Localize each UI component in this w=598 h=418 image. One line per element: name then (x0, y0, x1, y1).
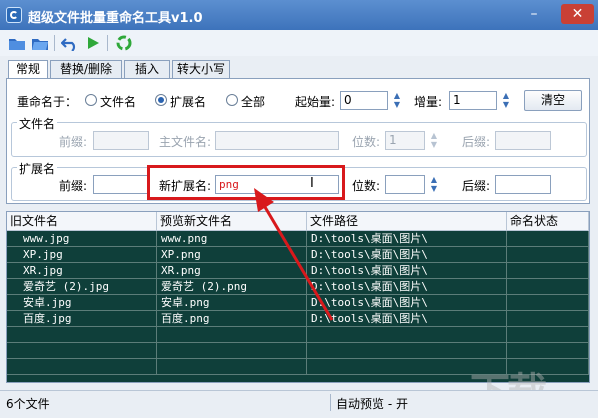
ext-digits-spinner[interactable]: ▲ ▼ (428, 175, 440, 194)
cell-status (507, 247, 589, 263)
filename-group-title: 文件名 (17, 115, 58, 132)
tab-insert[interactable]: 插入 (124, 60, 170, 78)
file-count: 6个文件 (6, 397, 50, 411)
radio-all[interactable] (226, 94, 238, 106)
fn-suffix-input[interactable] (495, 131, 551, 150)
cell-old-name: www.jpg (7, 231, 157, 247)
cell-old-name: 安卓.jpg (7, 295, 157, 311)
close-button[interactable]: ✕ (561, 4, 594, 24)
cell-status (507, 311, 589, 327)
cell-status (507, 295, 589, 311)
ext-suffix-label: 后缀: (462, 179, 491, 193)
increment-input[interactable]: 1 (449, 91, 497, 110)
cell-status (507, 279, 589, 295)
toolbar (0, 30, 598, 56)
cell-old-name: 百度.jpg (7, 311, 157, 327)
add-files-icon[interactable] (8, 35, 26, 51)
title-bar: 超级文件批量重命名工具v1.0 – ✕ (0, 0, 598, 30)
increment-spinner[interactable]: ▲ ▼ (500, 91, 512, 110)
toolbar-separator (107, 35, 108, 51)
fn-main-input[interactable] (215, 131, 339, 150)
fn-main-label: 主文件名: (159, 135, 212, 149)
minimize-button[interactable]: – (520, 4, 548, 24)
cell-status (507, 263, 589, 279)
ext-suffix-input[interactable] (495, 175, 551, 194)
radio-filename-label[interactable]: 文件名 (100, 93, 136, 110)
start-value-input[interactable]: 0 (340, 91, 388, 110)
tab-case-convert[interactable]: 转大小写 (172, 60, 230, 78)
recycle-icon[interactable] (115, 35, 133, 51)
add-folder-icon[interactable] (31, 35, 49, 51)
fn-prefix-label: 前缀: (59, 135, 88, 149)
table-row-empty (7, 343, 589, 359)
status-separator (330, 394, 331, 411)
fn-digits-spinner[interactable]: ▲ ▼ (428, 131, 440, 150)
ext-prefix-input[interactable] (93, 175, 149, 194)
col-status[interactable]: 命名状态 (507, 212, 589, 230)
status-bar: 6个文件 自动预览 - 开 (0, 390, 598, 414)
radio-all-label: 全部 (241, 95, 266, 109)
radio-filename[interactable] (85, 94, 97, 106)
clear-button[interactable]: 清空 (524, 90, 582, 111)
annotation-arrow-icon (254, 188, 334, 321)
radio-extension-label[interactable]: 扩展名 (170, 93, 206, 110)
extension-group-title: 扩展名 (17, 160, 58, 177)
undo-icon[interactable] (61, 35, 79, 51)
radio-extension[interactable] (155, 94, 167, 106)
app-icon (6, 7, 22, 23)
ext-digits-label: 位数: (352, 179, 381, 193)
ext-prefix-label: 前缀: (59, 179, 88, 193)
ext-digits-input[interactable] (385, 175, 425, 194)
cell-old-name: XR.jpg (7, 263, 157, 279)
tab-general[interactable]: 常规 (8, 60, 48, 79)
rename-in-label: 重命名于： (17, 95, 78, 109)
start-label: 起始量: (295, 95, 336, 109)
cell-old-name: 爱奇艺 (2).jpg (7, 279, 157, 295)
increment-label: 增量: (414, 95, 443, 109)
cell-old-name: XP.jpg (7, 247, 157, 263)
fn-digits-input[interactable]: 1 (385, 131, 425, 150)
auto-preview-status: 自动预览 - 开 (336, 397, 408, 411)
run-icon[interactable] (84, 35, 102, 51)
start-spinner[interactable]: ▲ ▼ (391, 91, 403, 110)
fn-digits-label: 位数: (352, 135, 381, 149)
toolbar-separator (54, 35, 55, 51)
window-title: 超级文件批量重命名工具v1.0 (28, 11, 203, 26)
fn-prefix-input[interactable] (93, 131, 149, 150)
fn-suffix-label: 后缀: (462, 135, 491, 149)
col-old-name[interactable]: 旧文件名 (7, 212, 157, 230)
tab-replace-delete[interactable]: 替换/删除 (50, 60, 122, 78)
cell-status (507, 231, 589, 247)
